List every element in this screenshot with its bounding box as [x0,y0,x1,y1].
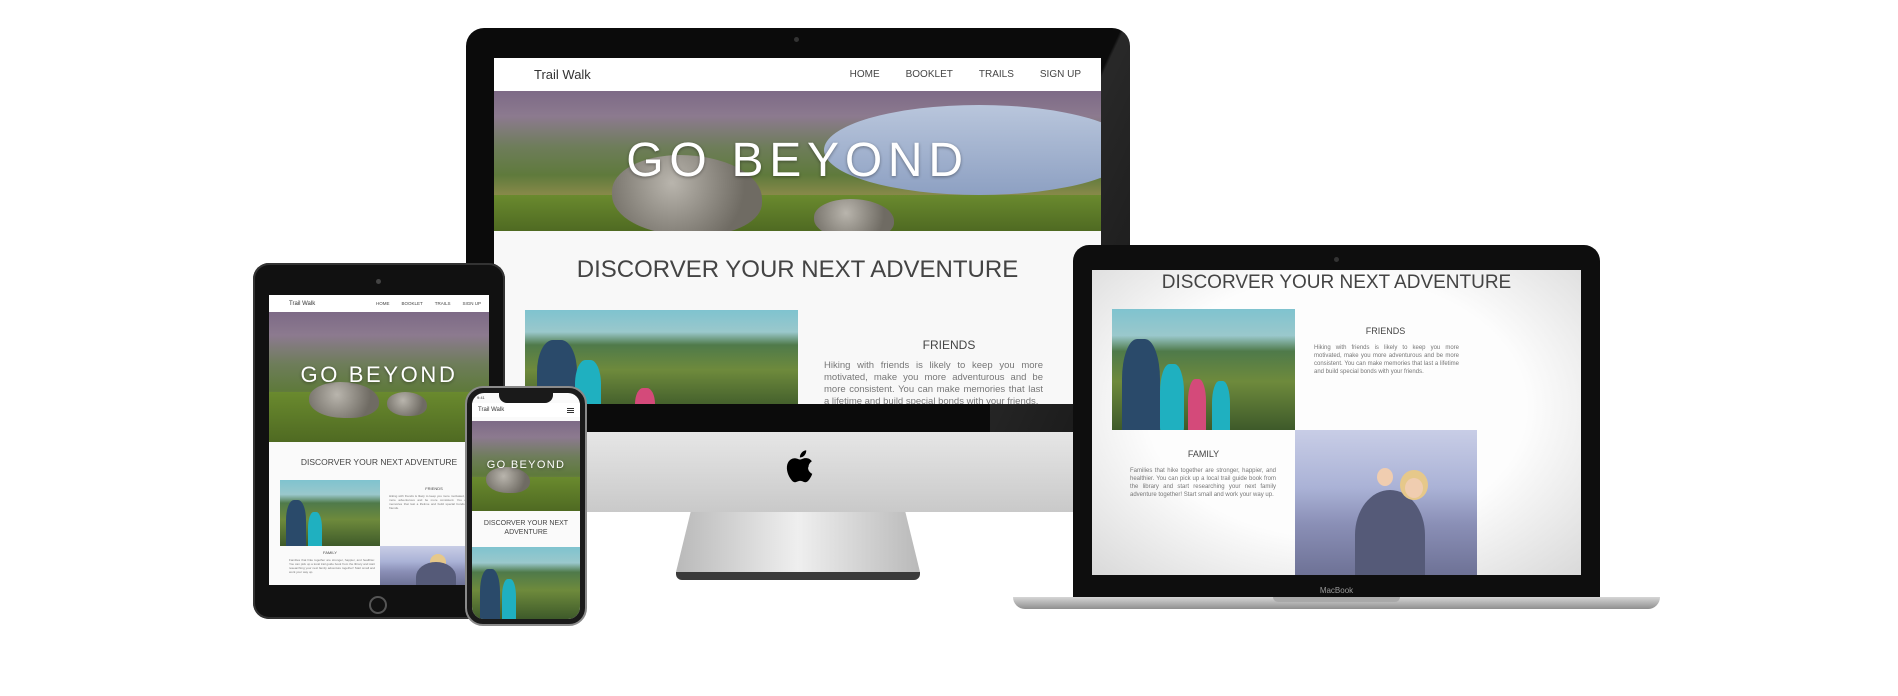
navbar: Trail Walk [472,403,580,417]
friends-photo [280,480,380,546]
hero-grass [269,392,489,442]
friends-photo [472,547,580,619]
friends-text: Hiking with friends is likely to keep yo… [1314,345,1459,375]
person-silhouette [1355,490,1425,575]
friends-heading: FRIENDS [1365,326,1406,336]
hiker-1 [1122,339,1160,430]
brand-logo[interactable]: Trail Walk [478,407,504,413]
hero-banner: GO BEYOND [472,421,580,511]
macbook-brand-bar: MacBook [1073,580,1600,597]
section-heading: DISCORVER YOUR NEXT ADVENTURE [483,520,569,536]
navbar: Trail Walk HOME BOOKLET TRAILS SIGN UP [494,58,1101,91]
imac-stand-foot [676,572,920,580]
friends-text: Hiking with friends is likely to keep yo… [824,360,1043,404]
macbook-camera [1334,257,1339,262]
macbook-screen: DISCORVER YOUR NEXT ADVENTURE FRIENDS Hi… [1092,270,1581,575]
ipad-home-button[interactable] [369,596,387,614]
hero-rock-small [387,392,427,416]
hero-banner: GO BEYOND [494,91,1101,231]
mother-face [1405,478,1423,498]
iphone-screen: 9:41 Trail Walk GO BEYOND DISCORVER YOUR… [472,393,580,619]
family-heading: FAMILY [1187,449,1220,459]
nav-booklet[interactable]: BOOKLET [401,301,422,306]
friends-photo [1112,309,1295,430]
hiker-1 [480,569,500,619]
nav-sign-up[interactable]: SIGN UP [462,301,481,306]
macbook-opening-notch [1273,597,1400,602]
nav-trails[interactable]: TRAILS [979,69,1014,80]
hero-title: GO BEYOND [626,134,969,187]
nav-home[interactable]: HOME [850,69,880,80]
family-heading: FAMILY [323,550,337,555]
macbook-mockup: DISCORVER YOUR NEXT ADVENTURE FRIENDS Hi… [1013,245,1660,615]
nav-sign-up[interactable]: SIGN UP [1040,69,1081,80]
iphone-mockup: 9:41 Trail Walk GO BEYOND DISCORVER YOUR… [465,386,587,626]
brand-logo[interactable]: Trail Walk [289,301,315,307]
iphone-notch [499,393,553,403]
hamburger-menu-icon[interactable] [567,407,574,414]
section-heading: DISCORVER YOUR NEXT ADVENTURE [300,457,458,467]
ipad-camera [376,279,381,284]
macbook-label: MacBook [1319,586,1354,595]
nav-booklet[interactable]: BOOKLET [906,69,953,80]
apple-logo-icon [786,450,813,483]
navbar: Trail Walk HOME BOOKLET TRAILS SIGN UP [269,295,489,312]
family-text: Families that hike together are stronger… [1130,468,1276,498]
family-text: Families that hike together are stronger… [289,558,375,574]
status-time: 9:41 [477,395,485,400]
hero-grass [494,195,1101,231]
imac-camera [794,37,799,42]
family-photo [1295,430,1477,575]
section-heading: DISCORVER YOUR NEXT ADVENTURE [1161,272,1512,293]
hiker-1 [286,500,306,546]
hiker-4 [1212,381,1230,430]
person-silhouette [416,562,456,585]
hiker-3 [635,388,655,404]
imac-screen: Trail Walk HOME BOOKLET TRAILS SIGN UP G… [494,58,1101,404]
hiker-2 [308,512,322,546]
hiker-3 [1188,379,1206,430]
hero-title: GO BEYOND [486,459,566,471]
nav-trails[interactable]: TRAILS [435,301,451,306]
brand-logo[interactable]: Trail Walk [534,67,591,82]
ipad-screen: Trail Walk HOME BOOKLET TRAILS SIGN UP G… [269,295,489,585]
nav-home[interactable]: HOME [376,301,390,306]
section-heading: DISCORVER YOUR NEXT ADVENTURE [576,256,1019,283]
hiker-2 [1160,364,1184,430]
hiker-2 [502,579,516,619]
imac-stand [676,512,920,572]
hero-title: GO BEYOND [300,362,458,387]
hero-banner: GO BEYOND [269,312,489,442]
child-face [1377,468,1393,486]
